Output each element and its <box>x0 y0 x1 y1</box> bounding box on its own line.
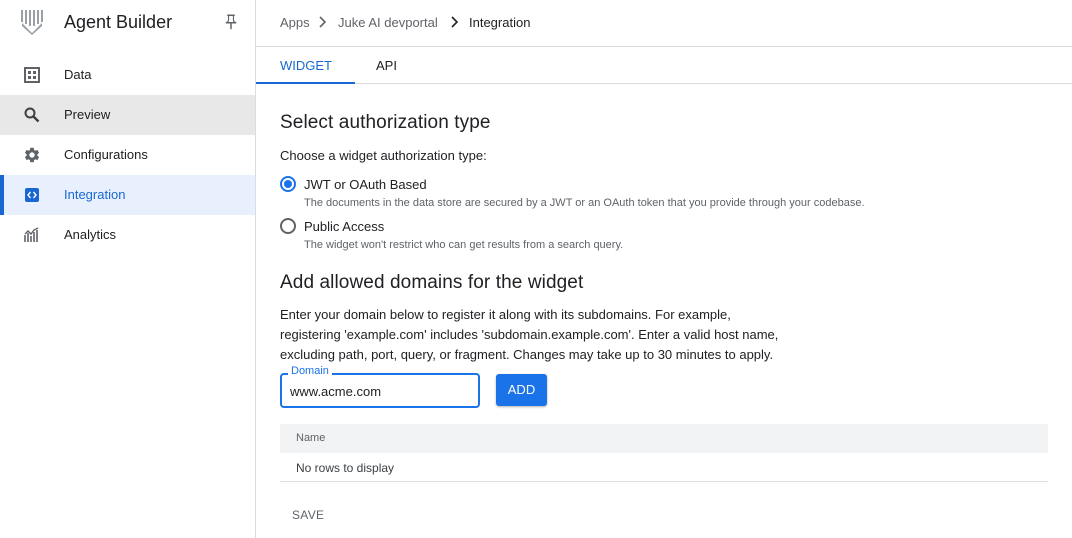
app-title: Agent Builder <box>64 12 173 32</box>
sidebar: Agent Builder Data Preview Configuration… <box>0 0 256 538</box>
analytics-icon <box>24 227 39 242</box>
sidebar-item-label: Analytics <box>64 227 117 242</box>
breadcrumb-apps[interactable]: Apps <box>280 15 310 30</box>
option-description-jwt: The documents in the data store are secu… <box>304 197 865 209</box>
sidebar-item-analytics[interactable]: Analytics <box>0 215 255 255</box>
sidebar-item-data[interactable]: Data <box>0 55 255 95</box>
sidebar-nav: Data Preview Configurations Integration <box>0 55 255 255</box>
agent-builder-logo-icon <box>21 10 43 35</box>
table-icon <box>24 67 40 83</box>
search-icon <box>24 107 40 123</box>
description-line: registering 'example.com' includes 'subd… <box>280 327 779 342</box>
radio-jwt-oauth[interactable] <box>280 176 296 192</box>
domain-input[interactable] <box>290 381 470 401</box>
description-line: Enter your domain below to register it a… <box>280 307 731 322</box>
chevron-right-icon <box>319 16 327 28</box>
domain-field-label: Domain <box>288 365 332 377</box>
domains-heading: Add allowed domains for the widget <box>280 272 584 293</box>
table-header: Name <box>280 424 1048 453</box>
domains-description: Enter your domain below to register it a… <box>280 305 800 365</box>
sidebar-item-configurations[interactable]: Configurations <box>0 135 255 175</box>
sidebar-item-integration[interactable]: Integration <box>0 175 255 215</box>
domain-field[interactable]: Domain <box>280 365 480 408</box>
chevron-right-icon <box>451 16 459 28</box>
description-line: excluding path, port, query, or fragment… <box>280 347 774 362</box>
gear-icon <box>24 147 40 163</box>
auth-heading: Select authorization type <box>280 112 491 133</box>
sidebar-item-label: Preview <box>64 107 111 122</box>
main-content: Select authorization type Choose a widge… <box>256 84 1072 538</box>
add-domain-button[interactable]: ADD <box>496 374 547 406</box>
tab-bar: WIDGET API <box>256 47 1072 84</box>
option-description-public: The widget won't restrict who can get re… <box>304 239 624 251</box>
sidebar-header: Agent Builder <box>0 0 255 46</box>
radio-public-access[interactable] <box>280 218 296 234</box>
breadcrumb-project[interactable]: Juke AI devportal <box>338 15 438 30</box>
domains-table: Name No rows to display <box>280 424 1048 482</box>
tab-api[interactable]: API <box>376 58 397 73</box>
code-icon <box>25 188 39 202</box>
table-empty-row: No rows to display <box>280 453 1048 482</box>
save-button[interactable]: SAVE <box>292 508 324 522</box>
pin-icon[interactable] <box>222 13 240 31</box>
sidebar-item-label: Data <box>64 67 92 82</box>
empty-message: No rows to display <box>296 461 395 475</box>
tab-widget[interactable]: WIDGET <box>280 58 332 73</box>
option-label-public[interactable]: Public Access <box>304 219 384 234</box>
option-label-jwt[interactable]: JWT or OAuth Based <box>304 177 427 192</box>
auth-prompt: Choose a widget authorization type: <box>280 148 487 163</box>
breadcrumb-current: Integration <box>469 15 531 30</box>
breadcrumb: Apps Juke AI devportal Integration <box>256 0 1072 47</box>
sidebar-item-label: Integration <box>64 187 126 202</box>
sidebar-item-preview[interactable]: Preview <box>0 95 255 135</box>
sidebar-item-label: Configurations <box>64 147 148 162</box>
column-header-name[interactable]: Name <box>296 432 325 444</box>
